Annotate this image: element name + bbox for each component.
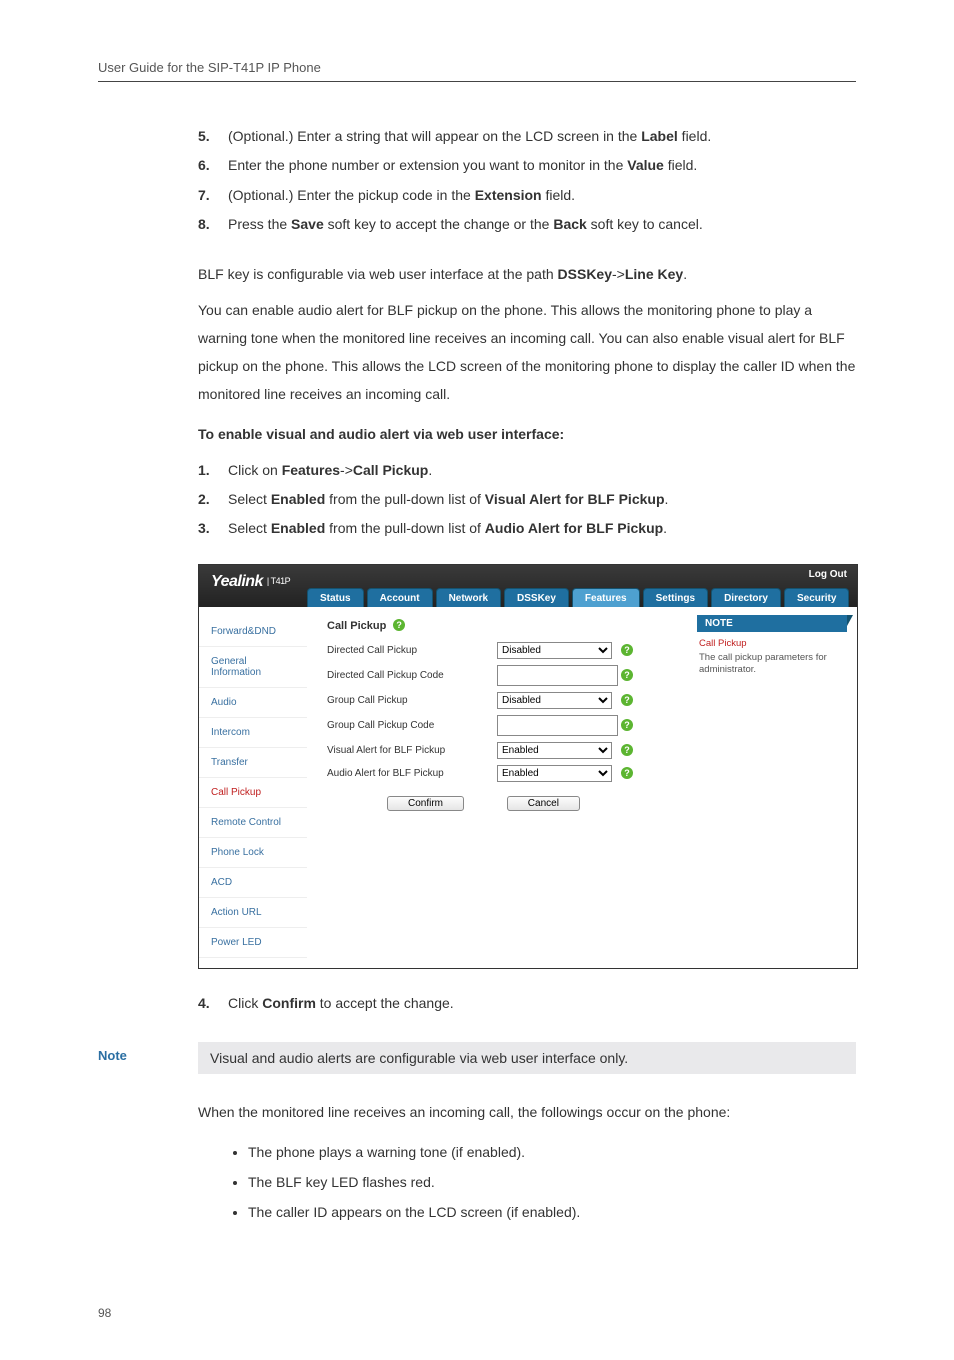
paragraph-followings: When the monitored line receives an inco…: [98, 1098, 856, 1126]
row-audio-alert: Audio Alert for BLF Pickup Enabled ?: [327, 765, 847, 782]
side-forward-dnd[interactable]: Forward&DND: [199, 617, 307, 647]
tab-directory[interactable]: Directory: [711, 588, 781, 607]
bullet-list: The phone plays a warning tone (if enabl…: [98, 1138, 856, 1226]
select-visual-alert[interactable]: Enabled: [497, 742, 612, 759]
side-general-info[interactable]: General Information: [199, 647, 307, 688]
page-number: 98: [98, 1306, 856, 1320]
logo: Yealink | T41P: [211, 573, 290, 591]
side-acd[interactable]: ACD: [199, 868, 307, 898]
note-head: NOTE: [697, 615, 847, 632]
help-icon[interactable]: ?: [621, 744, 633, 756]
select-audio-alert[interactable]: Enabled: [497, 765, 612, 782]
side-transfer[interactable]: Transfer: [199, 748, 307, 778]
select-directed-call-pickup[interactable]: Disabled: [497, 642, 612, 659]
side-power-led[interactable]: Power LED: [199, 928, 307, 958]
button-row: Confirm Cancel: [367, 796, 847, 811]
step-2: 2.Select Enabled from the pull-down list…: [198, 485, 856, 514]
steps-list-3: 4.Click Confirm to accept the change.: [98, 989, 856, 1018]
step-1: 1.Click on Features->Call Pickup.: [198, 456, 856, 485]
side-remote-control[interactable]: Remote Control: [199, 808, 307, 838]
content-area: Call Pickup ? Directed Call Pickup Disab…: [307, 607, 857, 968]
side-audio[interactable]: Audio: [199, 688, 307, 718]
step-3: 3.Select Enabled from the pull-down list…: [198, 514, 856, 543]
tab-network[interactable]: Network: [436, 588, 501, 607]
row-visual-alert: Visual Alert for BLF Pickup Enabled ?: [327, 742, 847, 759]
page-header: User Guide for the SIP-T41P IP Phone: [98, 60, 856, 82]
bullet-2: The BLF key LED flashes red.: [248, 1168, 856, 1196]
note-text: Visual and audio alerts are configurable…: [198, 1042, 856, 1074]
help-icon[interactable]: ?: [621, 644, 633, 656]
panel-body: Forward&DND General Information Audio In…: [199, 607, 857, 968]
step-6: 6.Enter the phone number or extension yo…: [198, 151, 856, 180]
step-7: 7.(Optional.) Enter the pickup code in t…: [198, 181, 856, 210]
steps-list-1: 5.(Optional.) Enter a string that will a…: [98, 122, 856, 240]
tab-account[interactable]: Account: [367, 588, 433, 607]
tab-security[interactable]: Security: [784, 588, 849, 607]
section-title: To enable visual and audio alert via web…: [98, 426, 856, 442]
help-icon[interactable]: ?: [621, 694, 633, 706]
steps-list-2: 1.Click on Features->Call Pickup. 2.Sele…: [98, 456, 856, 544]
row-group-code: Group Call Pickup Code ?: [327, 715, 847, 736]
content-title: Call Pickup: [327, 620, 386, 632]
help-icon[interactable]: ?: [621, 767, 633, 779]
paragraph-description: You can enable audio alert for BLF picku…: [98, 296, 856, 408]
step-8: 8.Press the Save soft key to accept the …: [198, 210, 856, 239]
web-ui-screenshot: Yealink | T41P Log Out Status Account Ne…: [198, 564, 858, 969]
topbar: Yealink | T41P Log Out Status Account Ne…: [199, 565, 857, 607]
input-group-code[interactable]: [497, 715, 618, 736]
help-icon[interactable]: ?: [621, 719, 633, 731]
tab-status[interactable]: Status: [307, 588, 364, 607]
sidebar: Forward&DND General Information Audio In…: [199, 607, 307, 968]
help-icon[interactable]: ?: [621, 669, 633, 681]
tab-settings[interactable]: Settings: [643, 588, 708, 607]
note-callout: Note Visual and audio alerts are configu…: [98, 1042, 856, 1074]
bullet-3: The caller ID appears on the LCD screen …: [248, 1198, 856, 1226]
side-action-url[interactable]: Action URL: [199, 898, 307, 928]
side-phone-lock[interactable]: Phone Lock: [199, 838, 307, 868]
help-icon[interactable]: ?: [393, 619, 405, 631]
paragraph-blf-path: BLF key is configurable via web user int…: [98, 260, 856, 288]
row-group-call-pickup: Group Call Pickup Disabled ?: [327, 692, 847, 709]
note-box: NOTE Call Pickup The call pickup paramet…: [697, 615, 847, 683]
tab-features[interactable]: Features: [572, 588, 640, 607]
confirm-button[interactable]: Confirm: [387, 796, 464, 811]
input-directed-code[interactable]: [497, 665, 618, 686]
note-body: Call Pickup The call pickup parameters f…: [697, 632, 847, 683]
step-5: 5.(Optional.) Enter a string that will a…: [198, 122, 856, 151]
select-group-call-pickup[interactable]: Disabled: [497, 692, 612, 709]
side-intercom[interactable]: Intercom: [199, 718, 307, 748]
cancel-button[interactable]: Cancel: [507, 796, 580, 811]
top-tabs: Status Account Network DSSKey Features S…: [307, 588, 849, 607]
tab-dsskey[interactable]: DSSKey: [504, 588, 569, 607]
step-4: 4.Click Confirm to accept the change.: [198, 989, 856, 1018]
logout-link[interactable]: Log Out: [809, 569, 847, 580]
note-label: Note: [98, 1042, 198, 1074]
bullet-1: The phone plays a warning tone (if enabl…: [248, 1138, 856, 1166]
side-call-pickup[interactable]: Call Pickup: [199, 778, 307, 808]
